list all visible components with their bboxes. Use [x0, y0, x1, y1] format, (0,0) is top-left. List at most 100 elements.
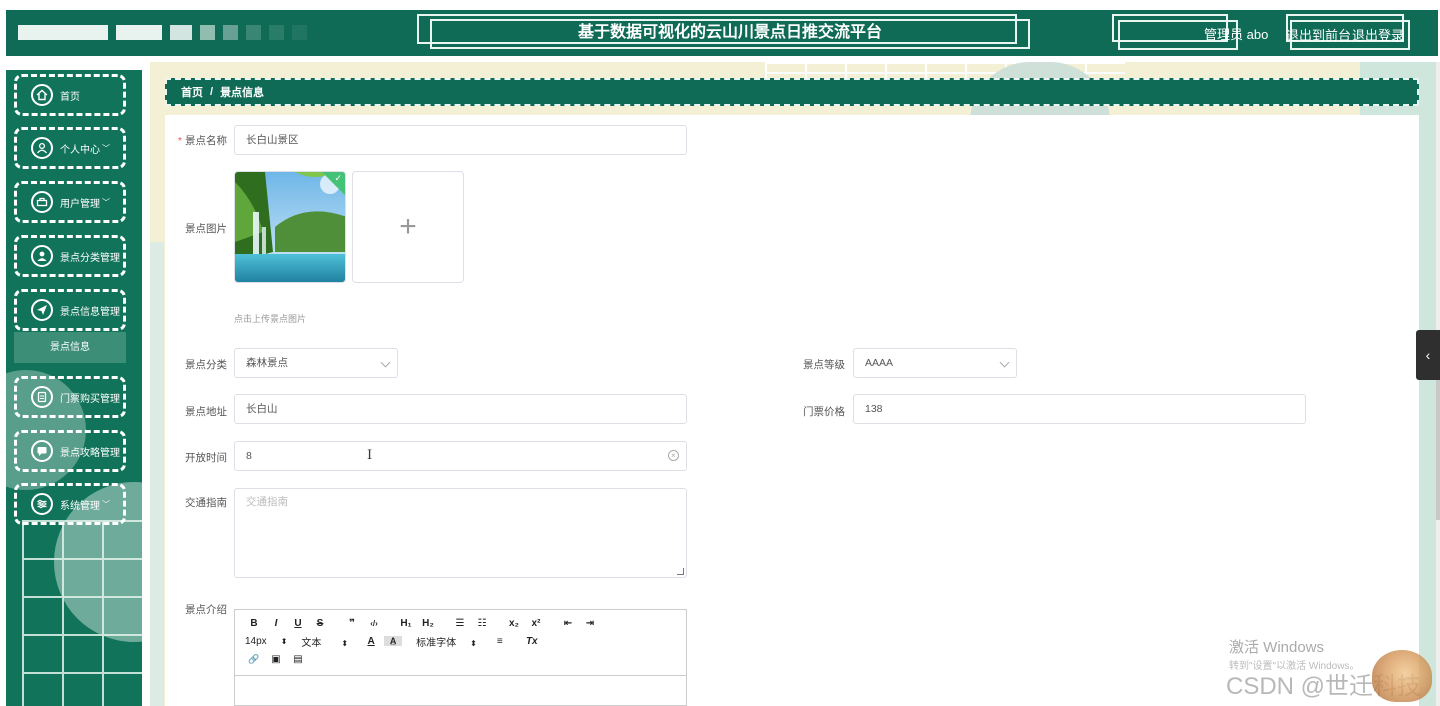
price-input[interactable]: 138 — [853, 394, 1306, 424]
top-header: 基于数据可视化的云山川景点日推交流平台 管理员 abo 退出到前台 退出登录 — [6, 10, 1438, 56]
chevron-down-icon: ﹀ — [102, 197, 110, 207]
font-color-button[interactable]: A — [362, 636, 380, 647]
level-select-value: AAAA — [865, 357, 894, 369]
chevron-down-icon — [999, 357, 1010, 368]
ordered-list-button[interactable]: ☰ — [451, 618, 469, 629]
underline-button[interactable]: U — [289, 618, 307, 629]
font-family-select[interactable]: 标准字体 ⬍ — [416, 634, 477, 649]
outdent-button[interactable]: ⇤ — [559, 618, 577, 629]
sidebar-item-profile[interactable]: 个人中心 ﹀ — [14, 127, 126, 169]
sidebar-item-label: 景点攻略管理 — [60, 447, 120, 459]
name-label: * 景点名称 — [177, 135, 227, 147]
scenic-name-input[interactable]: 长白山景区 — [234, 125, 687, 155]
sidebar-item-users[interactable]: 用户管理 ﹀ — [14, 181, 126, 223]
image-icon[interactable]: ▣ — [267, 654, 285, 665]
address-label: 景点地址 — [185, 406, 227, 418]
superscript-button[interactable]: x² — [527, 618, 545, 629]
user-icon — [31, 137, 53, 159]
breadcrumb-current: 景点信息 — [220, 87, 265, 99]
scrollbar-thumb[interactable] — [1436, 380, 1440, 520]
link-icon[interactable]: 🔗 — [245, 654, 263, 665]
level-label: 景点等级 — [803, 359, 845, 371]
level-select[interactable]: AAAA — [853, 348, 1017, 378]
activate-windows-title: 激活 Windows — [1229, 639, 1325, 656]
image-label: 景点图片 — [185, 223, 227, 235]
strike-button[interactable]: S — [311, 618, 329, 629]
price-label: 门票价格 — [803, 406, 845, 418]
breadcrumb-separator: / — [210, 86, 214, 98]
sidebar-item-label: 系统管理 — [60, 500, 100, 512]
check-icon: ✓ — [334, 173, 342, 183]
sidebar-item-label: 景点信息管理 — [60, 306, 120, 318]
sidebar-item-label: 景点分类管理 — [60, 252, 120, 264]
settings-icon — [31, 493, 53, 515]
chevron-down-icon: ﹀ — [102, 143, 110, 153]
breadcrumb: 首页 / 景点信息 — [165, 78, 1419, 106]
resize-handle[interactable] — [677, 568, 684, 575]
sidebar-item-tickets[interactable]: 门票购买管理 — [14, 376, 126, 418]
video-icon[interactable]: ▤ — [289, 654, 307, 665]
blockquote-button[interactable]: ❞ — [343, 618, 361, 629]
breadcrumb-home[interactable]: 首页 — [181, 84, 203, 100]
sidebar-subitem-scenic-info[interactable]: 景点信息 — [14, 332, 126, 363]
plus-icon: + — [399, 210, 417, 243]
home-icon — [31, 84, 53, 106]
category-select[interactable]: 森林景点 — [234, 348, 398, 378]
h1-button[interactable]: H₁ — [397, 618, 415, 629]
scenic-image-thumbnail[interactable]: ✓ — [234, 171, 346, 283]
to-front-link[interactable]: 退出到前台 — [1286, 25, 1351, 44]
page-title: 基于数据可视化的云山川景点日推交流平台 — [577, 24, 882, 41]
header-decor-blocks — [18, 25, 307, 40]
traffic-textarea[interactable]: 交通指南 — [234, 488, 687, 578]
chat-icon — [31, 440, 53, 462]
clear-format-button[interactable]: Tx — [523, 636, 541, 647]
italic-button[interactable]: I — [267, 618, 285, 629]
users-icon — [31, 191, 53, 213]
open-time-input[interactable]: 8 × — [234, 441, 687, 471]
indent-button[interactable]: ⇥ — [581, 618, 599, 629]
toolbar-row-2: 14px ⬍ 文本 ⬍ A A̲ 标准字体 ⬍ ≡ Tx — [245, 632, 676, 650]
clear-icon[interactable]: × — [668, 450, 679, 461]
intro-label: 景点介绍 — [185, 604, 227, 616]
traffic-label: 交通指南 — [185, 497, 227, 509]
sidebar: 首页 个人中心 ﹀ 用户管理 ﹀ 景点分类管理 景点信息管理 景点信息 门票购买… — [6, 70, 142, 706]
sidebar-item-category[interactable]: 景点分类管理 — [14, 235, 126, 277]
background-color-button[interactable]: A̲ — [384, 636, 403, 646]
sidebar-item-label: 首页 — [60, 91, 80, 103]
toolbar-row-3: 🔗 ▣ ▤ — [245, 650, 676, 668]
open-time-label: 开放时间 — [185, 452, 227, 464]
category-select-value: 森林景点 — [246, 357, 288, 369]
admin-user-label: 管理员 abo — [1204, 27, 1269, 42]
subscript-button[interactable]: x₂ — [505, 618, 523, 629]
sidebar-item-guides[interactable]: 景点攻略管理 — [14, 430, 126, 472]
form-panel: * 景点名称 长白山景区 景点图片 ✓ + 点击上传景点图片 景点分类 森林景点 … — [165, 115, 1419, 706]
toolbar-row-1: B I U S ❞ ‹/› H₁ H₂ ☰ ☷ x₂ x² ⇤ ⇥ — [245, 614, 676, 632]
sidebar-item-home[interactable]: 首页 — [14, 74, 126, 116]
traffic-placeholder: 交通指南 — [246, 496, 288, 508]
sidebar-item-label: 用户管理 — [60, 198, 100, 210]
required-mark: * — [177, 135, 182, 147]
open-time-value: 8 — [246, 450, 252, 462]
sidebar-item-system[interactable]: 系统管理 ﹀ — [14, 483, 126, 525]
waterfall-image — [235, 172, 345, 282]
rich-text-editor: B I U S ❞ ‹/› H₁ H₂ ☰ ☷ x₂ x² ⇤ ⇥ 14px ⬍… — [234, 609, 687, 706]
sidebar-item-label: 门票购买管理 — [60, 393, 120, 405]
h2-button[interactable]: H₂ — [419, 618, 437, 629]
chevron-left-icon[interactable]: ‹ — [1416, 330, 1440, 380]
sidebar-item-scenic-info[interactable]: 景点信息管理 — [14, 289, 126, 331]
editor-toolbar: B I U S ❞ ‹/› H₁ H₂ ☰ ☷ x₂ x² ⇤ ⇥ 14px ⬍… — [235, 610, 686, 676]
fox-mascot-image — [1372, 650, 1432, 702]
address-input[interactable]: 长白山 — [234, 394, 687, 424]
upload-hint: 点击上传景点图片 — [234, 314, 307, 324]
bold-button[interactable]: B — [245, 618, 263, 629]
category-icon — [31, 245, 53, 267]
font-size-select[interactable]: 14px ⬍ — [245, 636, 287, 647]
decor-strip — [150, 242, 164, 706]
text-type-select[interactable]: 文本 ⬍ — [301, 634, 348, 649]
text-cursor-icon: I — [367, 448, 373, 463]
align-button[interactable]: ≡ — [491, 636, 509, 647]
logout-link[interactable]: 退出登录 — [1352, 25, 1404, 44]
code-button[interactable]: ‹/› — [365, 619, 383, 628]
bullet-list-button[interactable]: ☷ — [473, 618, 491, 629]
image-upload-button[interactable]: + — [352, 171, 464, 283]
